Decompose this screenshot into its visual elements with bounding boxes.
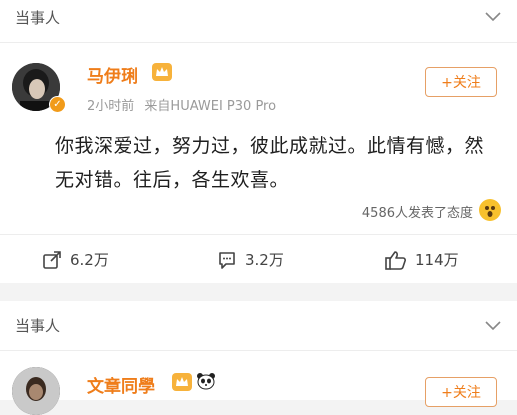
follow-button[interactable]: +关注	[425, 377, 497, 407]
divider	[0, 234, 517, 235]
section-label: 当事人	[15, 9, 61, 27]
divider	[0, 42, 517, 43]
divider	[0, 350, 517, 351]
post-content: 你我深爱过，努力过，彼此成就过。此情有憾，然无对错。往后，各生欢喜。	[55, 135, 485, 191]
verified-icon: ✓	[49, 96, 66, 113]
share-icon	[43, 250, 61, 269]
post-source[interactable]: 来自HUAWEI P30 Pro	[144, 99, 276, 114]
chevron-down-icon[interactable]	[485, 12, 501, 22]
section-label: 当事人	[15, 317, 61, 335]
avatar[interactable]	[12, 367, 60, 415]
post-time: 2小时前	[87, 99, 135, 114]
like-button[interactable]: 114万	[385, 249, 459, 270]
like-count: 114万	[415, 251, 459, 269]
wow-emoji-icon[interactable]	[479, 199, 501, 221]
username[interactable]: 文章同學	[87, 372, 155, 397]
share-button[interactable]: 6.2万	[42, 249, 109, 270]
chevron-down-icon[interactable]	[485, 321, 501, 331]
follow-button[interactable]: +关注	[425, 67, 497, 97]
weibo-post-card: 当事人 ✓ 马伊琍 2小时前 来自HUAWEI P30 Pro +关注 你我深爱…	[0, 0, 517, 283]
comment-icon	[219, 251, 235, 269]
vip-crown-icon	[152, 63, 172, 81]
comment-count: 3.2万	[245, 251, 284, 269]
like-icon	[385, 250, 406, 270]
post-meta: 2小时前 来自HUAWEI P30 Pro	[87, 95, 276, 114]
panda-icon	[197, 373, 215, 390]
username[interactable]: 马伊琍	[87, 62, 138, 87]
vip-crown-icon	[172, 373, 192, 391]
comment-button[interactable]: 3.2万	[217, 249, 284, 270]
weibo-post-card: 当事人 文章同學 +关注	[0, 301, 517, 415]
reaction-count[interactable]: 4586人发表了态度	[362, 202, 473, 221]
share-count: 6.2万	[70, 251, 109, 269]
